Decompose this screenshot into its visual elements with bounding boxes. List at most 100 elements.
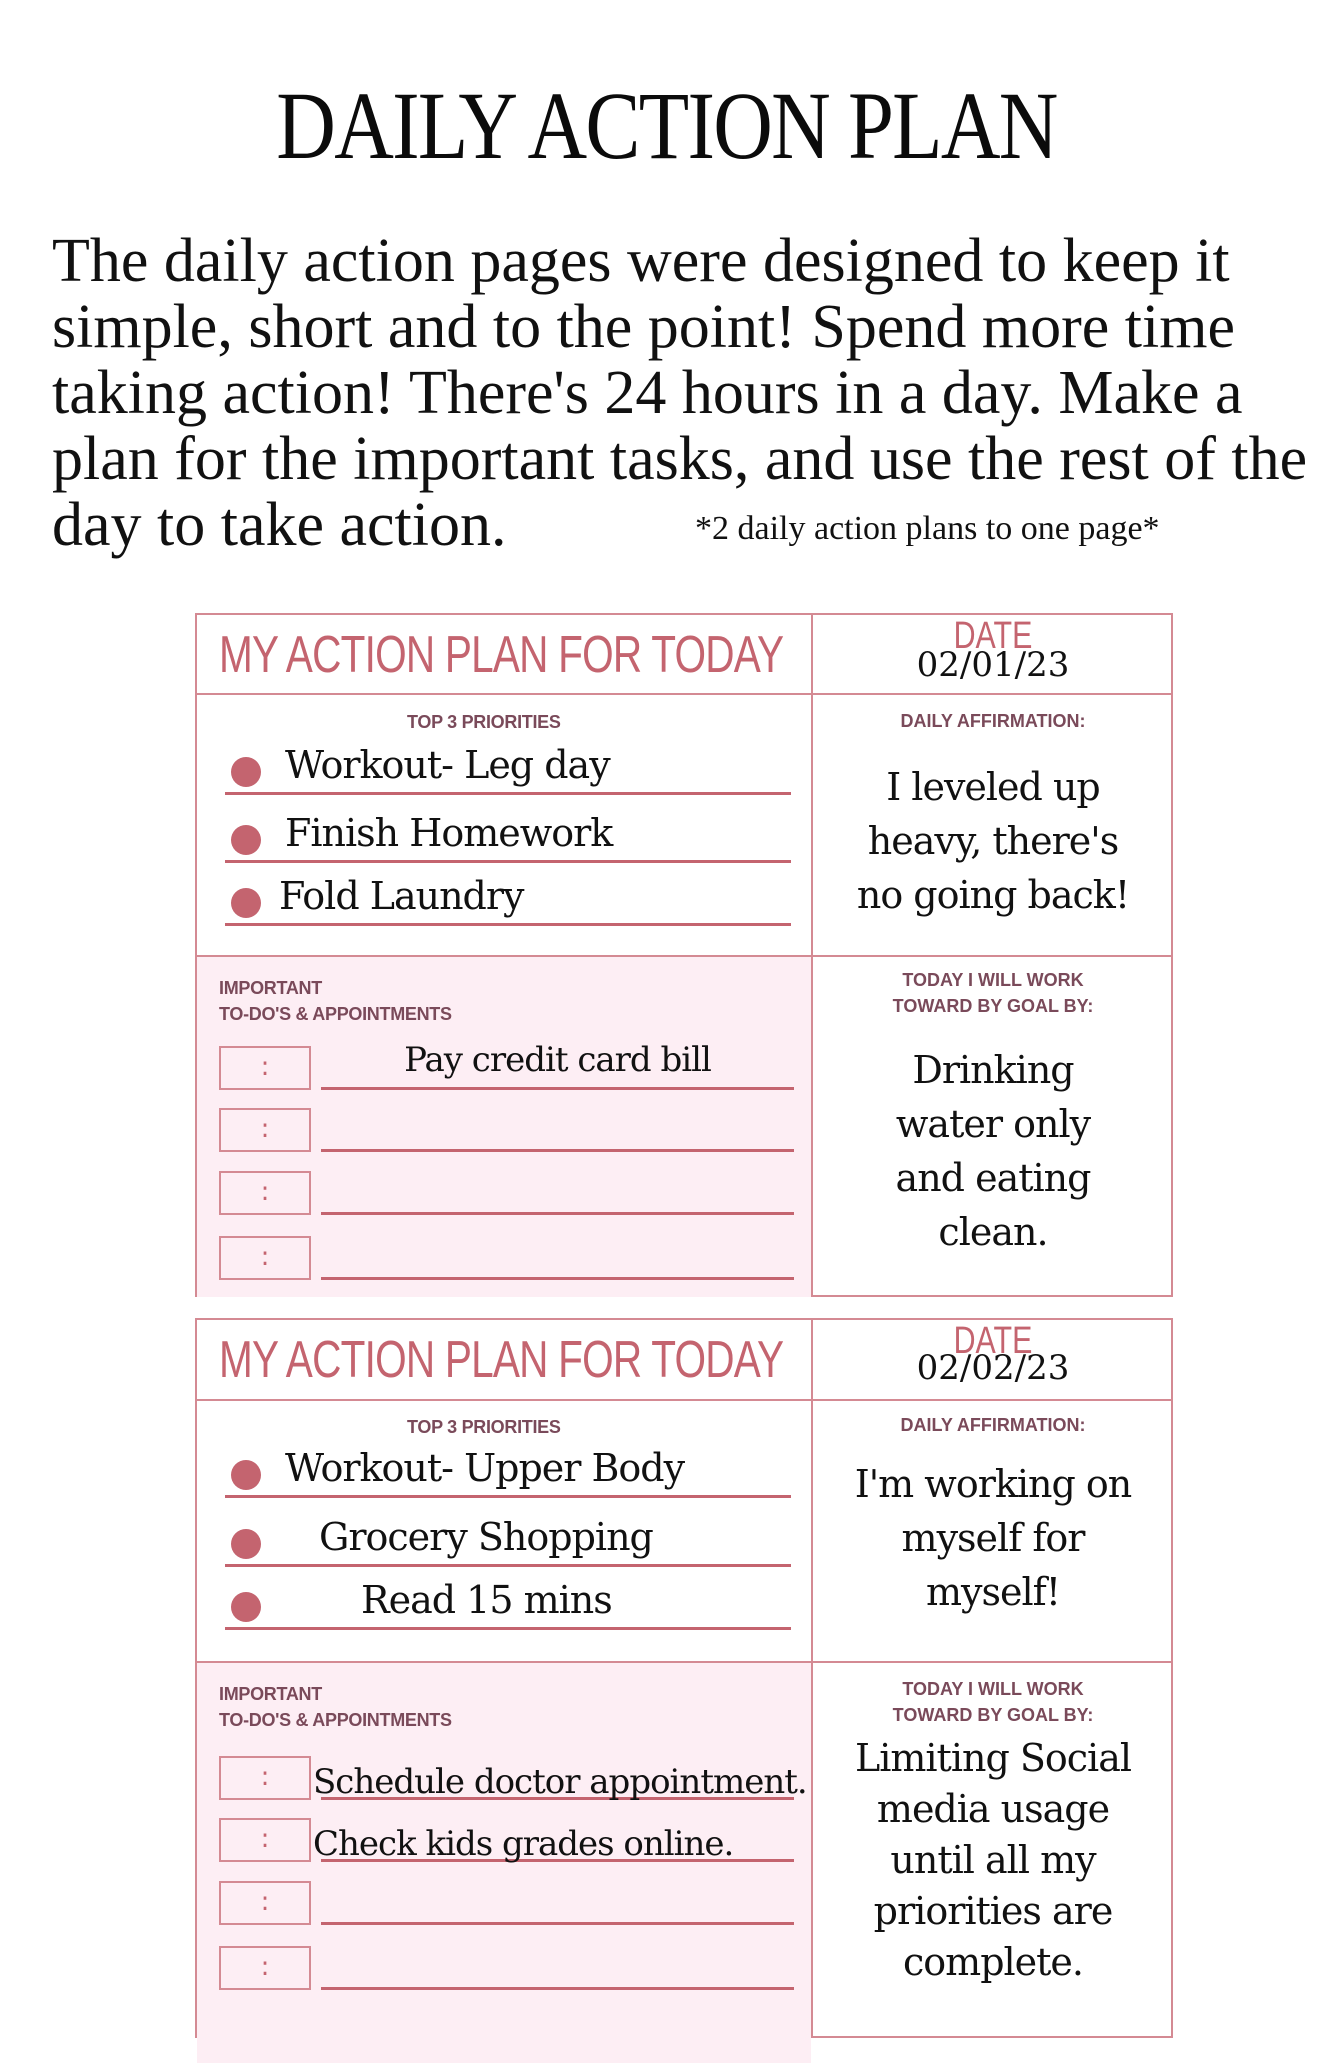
todo-item[interactable]: : xyxy=(219,1171,794,1219)
todo-item[interactable]: : Check kids grades online. xyxy=(219,1818,794,1866)
priority-underline xyxy=(225,923,791,926)
affirmation-line: no going back! xyxy=(856,873,1130,917)
plan-title: MY ACTION PLAN FOR TODAY xyxy=(219,626,784,684)
goal-label: TODAY I WILL WORK TOWARD BY GOAL BY: xyxy=(811,967,1175,1019)
intro-line: taking action! There's 24 hours in a day… xyxy=(52,359,1243,427)
goal-label: TODAY I WILL WORK TOWARD BY GOAL BY: xyxy=(811,1676,1175,1728)
todo-item[interactable]: : Schedule doctor appointment. xyxy=(219,1756,808,1804)
daily-affirmation-label: DAILY AFFIRMATION: xyxy=(900,711,1086,731)
time-box[interactable]: : xyxy=(219,1756,311,1800)
todo-item[interactable]: : Pay credit card bill xyxy=(219,1040,794,1094)
goal-label-line: TODAY I WILL WORK xyxy=(902,1679,1084,1699)
important-label-line: IMPORTANT xyxy=(219,978,322,998)
intro-line: The daily action pages were designed to … xyxy=(52,227,1230,295)
time-separator: : xyxy=(260,1242,270,1272)
goal-line: priorities are xyxy=(873,1889,1114,1933)
goal-line: water only xyxy=(895,1102,1091,1146)
time-box[interactable]: : xyxy=(219,1108,311,1152)
todo-underline xyxy=(321,1922,794,1925)
priority-item[interactable]: Finish Homework xyxy=(225,803,791,863)
todo-underline xyxy=(321,1087,794,1090)
date-value[interactable]: 02/01/23 xyxy=(811,645,1175,685)
priority-underline xyxy=(225,1495,791,1498)
priority-underline xyxy=(225,860,791,863)
important-label-line: TO-DO'S & APPOINTMENTS xyxy=(219,1004,452,1024)
important-label-line: TO-DO'S & APPOINTMENTS xyxy=(219,1710,452,1730)
action-plan-card: MY ACTION PLAN FOR TODAY DATE 02/01/23 T… xyxy=(195,613,1173,1297)
todo-item[interactable]: : xyxy=(219,1881,794,1929)
goal-line: until all my xyxy=(890,1838,1096,1882)
affirmation-line: I'm working on xyxy=(854,1462,1133,1506)
priority-item[interactable]: Workout- Upper Body xyxy=(225,1438,791,1498)
intro-line: plan for the important tasks, and use th… xyxy=(52,425,1308,493)
goal-line: clean. xyxy=(938,1210,1048,1254)
important-label-line: IMPORTANT xyxy=(219,1684,322,1704)
todo-underline xyxy=(321,1149,794,1152)
priority-text: Read 15 mins xyxy=(361,1578,613,1622)
priority-item[interactable]: Fold Laundry xyxy=(225,866,791,926)
time-separator: : xyxy=(260,1824,270,1854)
bullet-icon xyxy=(231,757,261,787)
date-value[interactable]: 02/02/23 xyxy=(811,1348,1175,1388)
time-separator: : xyxy=(260,1177,270,1207)
todo-text: Pay credit card bill xyxy=(404,1040,712,1080)
goal-label-line: TOWARD BY GOAL BY: xyxy=(892,1705,1094,1725)
action-plan-card: MY ACTION PLAN FOR TODAY DATE 02/02/23 T… xyxy=(195,1318,1175,2063)
todo-item[interactable]: : xyxy=(219,1236,794,1284)
time-separator: : xyxy=(260,1762,270,1792)
goal-line: Drinking xyxy=(912,1048,1074,1092)
goal-line: complete. xyxy=(903,1940,1084,1984)
todo-text: Schedule doctor appointment. xyxy=(313,1762,808,1802)
daily-affirmation-label: DAILY AFFIRMATION: xyxy=(900,1415,1086,1435)
affirmation-line: myself for xyxy=(901,1516,1086,1560)
important-label: IMPORTANT TO-DO'S & APPOINTMENTS xyxy=(219,1681,452,1733)
top-priorities-label: TOP 3 PRIORITIES xyxy=(407,712,561,732)
time-box[interactable]: : xyxy=(219,1818,311,1862)
time-separator: : xyxy=(260,1052,270,1082)
bullet-icon xyxy=(231,1592,261,1622)
goal-line: media usage xyxy=(876,1787,1110,1831)
priority-text: Workout- Upper Body xyxy=(285,1446,685,1490)
time-separator: : xyxy=(260,1114,270,1144)
goal-line: and eating xyxy=(895,1156,1092,1200)
todo-item[interactable]: : xyxy=(219,1108,794,1156)
time-box[interactable]: : xyxy=(219,1046,311,1090)
affirmation-line: heavy, there's xyxy=(867,819,1120,863)
priority-item[interactable]: Workout- Leg day xyxy=(225,735,791,795)
bullet-icon xyxy=(231,888,261,918)
bullet-icon xyxy=(231,825,261,855)
affirmation-line: I leveled up xyxy=(886,765,1101,809)
goal-text[interactable]: Limiting Social media usage until all my… xyxy=(811,1733,1175,1988)
todo-underline xyxy=(321,1212,794,1215)
page-title: DAILY ACTION PLAN xyxy=(276,72,1058,179)
section-divider xyxy=(197,955,1171,957)
priority-item[interactable]: Read 15 mins xyxy=(225,1570,791,1630)
goal-label-line: TODAY I WILL WORK xyxy=(902,970,1084,990)
affirmation-text[interactable]: I'm working on myself for myself! xyxy=(811,1457,1175,1619)
time-box[interactable]: : xyxy=(219,1171,311,1215)
affirmation-text[interactable]: I leveled up heavy, there's no going bac… xyxy=(811,760,1175,922)
todo-underline xyxy=(321,1987,794,1990)
priority-text: Finish Homework xyxy=(285,811,613,855)
section-divider xyxy=(197,1661,1171,1663)
bullet-icon xyxy=(231,1460,261,1490)
plan-title: MY ACTION PLAN FOR TODAY xyxy=(219,1331,784,1389)
affirmation-line: myself! xyxy=(926,1570,1061,1614)
priority-underline xyxy=(225,1627,791,1630)
time-separator: : xyxy=(260,1952,270,1982)
time-box[interactable]: : xyxy=(219,1946,311,1990)
top-priorities-label: TOP 3 PRIORITIES xyxy=(407,1417,561,1437)
time-box[interactable]: : xyxy=(219,1881,311,1925)
goal-text[interactable]: Drinking water only and eating clean. xyxy=(811,1043,1175,1259)
goal-line: Limiting Social xyxy=(854,1736,1132,1780)
priority-underline xyxy=(225,1564,791,1567)
time-box[interactable]: : xyxy=(219,1236,311,1280)
time-separator: : xyxy=(260,1887,270,1917)
bullet-icon xyxy=(231,1529,261,1559)
todo-underline xyxy=(321,1277,794,1280)
important-label: IMPORTANT TO-DO'S & APPOINTMENTS xyxy=(219,975,452,1027)
intro-note: *2 daily action plans to one page* xyxy=(695,510,1160,547)
todo-item[interactable]: : xyxy=(219,1946,794,1994)
goal-label-line: TOWARD BY GOAL BY: xyxy=(892,996,1094,1016)
priority-item[interactable]: Grocery Shopping xyxy=(225,1507,791,1567)
